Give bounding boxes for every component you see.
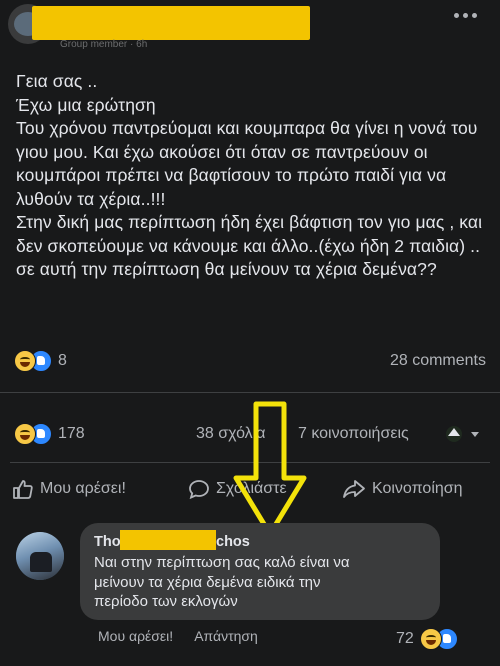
post-body: Γεια σας .. Έχω μια ερώτηση Του χρόνου π… [16,71,483,279]
redaction-bar [32,6,310,40]
commenter-name[interactable]: Tho [94,534,121,550]
like-button[interactable]: Μου αρέσει! [12,478,126,500]
haha-reaction-icon [14,350,36,372]
haha-reaction-icon [14,423,36,445]
like-label: Μου αρέσει! [40,480,126,497]
reaction-count: 72 [396,630,414,647]
comment-reactions[interactable]: 72 [396,628,458,650]
haha-reaction-icon [419,628,442,650]
post-reactions[interactable]: 8 [14,350,67,372]
more-options-icon[interactable] [454,10,480,22]
comment-actions: Μου αρέσει! Απάντηση [98,628,258,644]
share-icon [343,480,365,498]
commenter-avatar[interactable] [16,532,64,580]
arrow-annotation-icon [233,401,307,537]
share-reactions[interactable]: 178 [14,423,85,445]
post-meta: Group member · 6h [60,39,148,50]
audience-selector[interactable] [444,424,484,444]
comment-text: Ναι στην περίπτωση σας καλό είναι να μεί… [94,554,350,610]
comment-like-link[interactable]: Μου αρέσει! [98,628,173,644]
reaction-count: 178 [58,425,85,442]
shares-count[interactable]: 7 κοινοποιήσεις [298,425,409,443]
share-button[interactable]: Κοινοποίηση [342,478,463,500]
thumbs-up-icon [13,480,33,499]
comment-icon [189,480,209,500]
share-label: Κοινοποίηση [372,480,463,497]
redaction-bar [120,530,216,550]
reaction-count: 8 [58,352,67,369]
commenter-name[interactable]: chos [216,534,250,550]
comments-count[interactable]: 28 comments [390,352,486,370]
divider [0,392,500,393]
page-avatar-icon [446,426,479,442]
comment-reply-link[interactable]: Απάντηση [194,628,258,644]
